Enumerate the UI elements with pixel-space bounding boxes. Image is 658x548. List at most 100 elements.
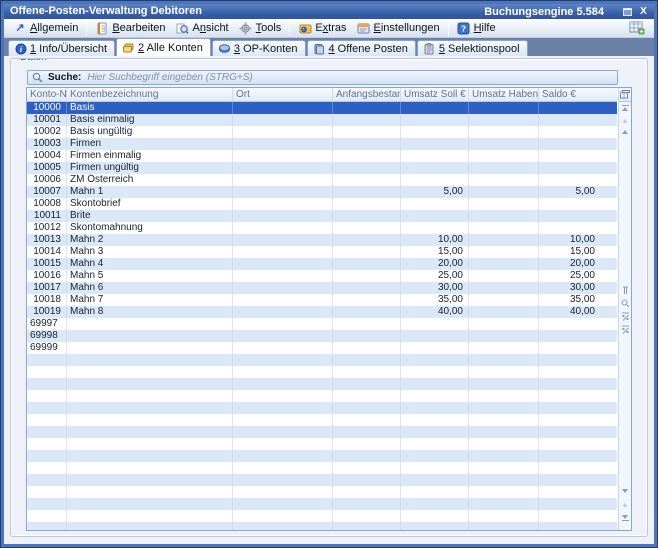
help-icon: ? [457,22,471,35]
table-row[interactable]: 10005Firmen ungültig [27,162,617,174]
table-row[interactable]: 10000Basis [27,102,617,114]
table-row-empty[interactable] [27,486,617,498]
menu-einstellungen[interactable]: Einstellungen [352,20,445,37]
table-row[interactable]: 10015Mahn 420,0020,00 [27,258,617,270]
table-layout-button[interactable] [624,20,650,37]
table-row-empty[interactable] [27,438,617,450]
menu-extras[interactable]: Extras [293,20,351,37]
scroll-up-button[interactable] [619,130,631,134]
table-cell [469,498,539,510]
menu-tools[interactable]: Tools [234,20,287,37]
table-row[interactable]: 10004Firmen einmalig [27,150,617,162]
row-marker-icon[interactable] [619,286,631,295]
menu-allgemein[interactable]: ↗ Allgemein [8,20,83,37]
scroll-last-button[interactable] [619,515,631,521]
table-row-empty[interactable] [27,474,617,486]
table-row[interactable]: 10011Brite [27,210,617,222]
scroll-page-up-button[interactable]: + [619,118,631,125]
scroll-page-down-button[interactable]: + [619,502,631,509]
table-row[interactable]: 10008Skontobrief [27,198,617,210]
table-row-empty[interactable] [27,426,617,438]
scroll-down-button[interactable] [619,489,631,493]
grid-percent-icon[interactable] [619,312,631,321]
tab-op-konten[interactable]: 3 OP-Konten [212,40,306,56]
table-cell [401,366,469,378]
table-row-empty[interactable] [27,366,617,378]
table-cell [469,126,539,138]
close-button[interactable]: X [637,6,650,17]
table-row[interactable]: 69998 [27,330,617,342]
table-row[interactable]: 10013Mahn 210,0010,00 [27,234,617,246]
table-cell [233,474,333,486]
groupbox-label: Daten [17,58,50,63]
table-cell [539,450,615,462]
tab-selektionspool[interactable]: 5 Selektionspool [417,40,528,56]
menu-bearbeiten-label: Bearbeiten [112,22,165,34]
table-row-empty[interactable] [27,462,617,474]
column-header-konto-nr[interactable]: Konto-Nr. [27,88,67,101]
blue-card-icon [218,43,231,55]
menu-ansicht[interactable]: Ansicht [171,20,234,37]
grid-percent-icon[interactable] [619,325,631,334]
table-row-empty[interactable] [27,378,617,390]
search-input[interactable]: Suche: Hier Suchbegriff eingeben (STRG+S… [27,70,618,85]
menu-hilfe[interactable]: ? Hilfe [452,20,501,37]
column-chooser-button[interactable] [619,88,631,102]
table-cell: 10006 [27,174,67,186]
table-row[interactable]: 10012Skontomahnung [27,222,617,234]
table-cell [333,414,401,426]
tab-offene-posten[interactable]: 4 Offene Posten [307,40,416,56]
table-row[interactable]: 69999 [27,342,617,354]
table-cell [67,498,233,510]
table-row-empty[interactable] [27,522,617,530]
table-row[interactable]: 10016Mahn 525,0025,00 [27,270,617,282]
table-row[interactable]: 10003Firmen [27,138,617,150]
table-row-empty[interactable] [27,414,617,426]
table-row[interactable]: 10017Mahn 630,0030,00 [27,282,617,294]
content-area: Daten Suche: Hier Suchbegriff eingeben (… [4,56,654,544]
table-cell [469,150,539,162]
table-cell [539,354,615,366]
grid-zoom-icon[interactable] [619,299,631,308]
table-row[interactable]: 10006ZM Österreich [27,174,617,186]
table-row[interactable]: 10001Basis einmalig [27,114,617,126]
tab-alle-konten[interactable]: 2 Alle Konten [116,38,211,56]
menu-bearbeiten[interactable]: Bearbeiten [90,20,170,37]
table-row[interactable]: 10014Mahn 315,0015,00 [27,246,617,258]
table-cell: Firmen ungültig [67,162,233,174]
table-cell [27,450,67,462]
column-header-umsatz-soll[interactable]: Umsatz Soll € [401,88,469,101]
table-row-empty[interactable] [27,390,617,402]
table-cell [233,210,333,222]
scroll-first-button[interactable] [619,105,631,111]
table-row[interactable]: 10019Mahn 840,0040,00 [27,306,617,318]
table-row-empty[interactable] [27,450,617,462]
column-header-umsatz-haben[interactable]: Umsatz Haben € [469,88,539,101]
restore-button[interactable] [621,6,634,17]
table-cell [333,210,401,222]
table-cell [333,294,401,306]
restore-icon [623,8,632,16]
table-cell [401,426,469,438]
column-header-ort[interactable]: Ort [233,88,333,101]
table-row-empty[interactable] [27,402,617,414]
table-row[interactable]: 10018Mahn 735,0035,00 [27,294,617,306]
table-cell [233,246,333,258]
table-row-empty[interactable] [27,354,617,366]
table-cell [469,450,539,462]
tab-info-uebersicht[interactable]: i 1 Info/Übersicht [8,40,115,56]
table-row[interactable]: 69997 [27,318,617,330]
table-cell [469,114,539,126]
table-row-empty[interactable] [27,498,617,510]
column-header-kontenbezeichnung[interactable]: Kontenbezeichnung [67,88,233,101]
table-row[interactable]: 10007Mahn 15,005,00 [27,186,617,198]
table-cell [333,342,401,354]
table-row[interactable]: 10002Basis ungültig [27,126,617,138]
table-row-empty[interactable] [27,510,617,522]
table-cell: 10013 [27,234,67,246]
menu-allgemein-label: Allgemein [30,22,78,34]
column-header-saldo[interactable]: Saldo € [539,88,615,101]
column-header-anfangsbestand[interactable]: Anfangsbestand [333,88,401,101]
table-cell [333,462,401,474]
gear-icon [239,22,253,35]
